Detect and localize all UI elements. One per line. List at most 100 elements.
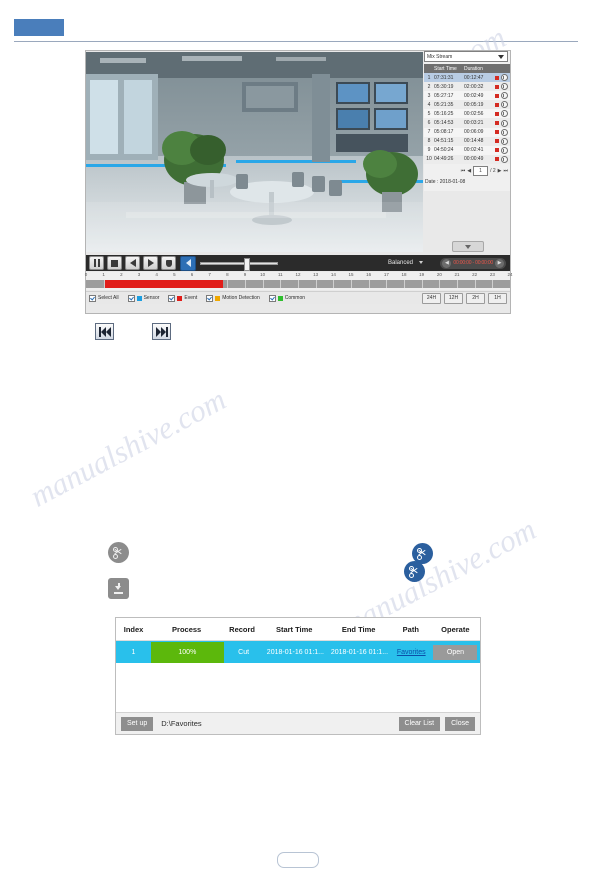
range-button-2h[interactable]: 2H [466,292,485,304]
time-range-display: ◀ 00:00:00 - 00:00:00 ▶ [440,257,506,269]
timeline-hour-label: 23 [489,272,495,277]
clip-end-icon[interactable]: ▶ [495,258,504,268]
cell-process: 100% [150,641,224,663]
setup-button[interactable]: Set up [121,716,154,731]
volume-slider[interactable] [200,258,278,271]
fast-forward-button[interactable] [152,323,171,340]
cell-end-time: 2018-01-16 01:1... [330,648,389,656]
volume-slider-handle[interactable] [244,258,250,271]
column-process: Process [172,624,202,634]
download-icon[interactable] [501,83,508,91]
timeline-hour-label: 17 [383,272,389,277]
row-start-time: 05:27:17 [434,92,454,99]
download-list-button[interactable] [452,241,484,252]
legend-select-all[interactable]: Select All [89,294,119,302]
cell-path[interactable]: Favorites [391,649,431,656]
download-icon[interactable] [501,155,508,163]
timeline-hour-label: 20 [436,272,442,277]
pager-first-button[interactable]: ⏮ [461,168,466,174]
pager-next-button[interactable]: ▶ [498,168,502,174]
snapshot-button[interactable] [161,256,176,270]
legend-items: Sensor Event Motion Detection Common [127,294,314,302]
timeline-tick [404,280,405,288]
recording-list-row[interactable]: 4 05:21:35 00:05:19 [424,100,510,110]
download-icon[interactable] [501,101,508,109]
record-type-icon [495,121,499,126]
record-type-icon [495,111,499,116]
row-index: 8 [427,138,431,145]
pager-page-input[interactable]: 1 [473,165,489,176]
range-button-12h[interactable]: 12H [444,292,463,304]
recording-list-row[interactable]: 5 05:16:25 00:02:56 [424,109,510,119]
download-icon[interactable] [501,128,508,136]
pager-prev-button[interactable]: ◀ [467,168,471,174]
recording-list-row[interactable]: 8 04:51:15 00:14:48 [424,136,510,146]
legend-item[interactable]: Motion Detection [206,294,260,302]
row-start-time: 04:51:15 [434,138,454,145]
recording-list-row[interactable]: 7 05:08:17 00:06:09 [424,127,510,137]
timeline-tick [315,280,317,288]
open-button[interactable]: Open [433,644,478,660]
timeline-tick [280,280,282,288]
checkbox-icon[interactable] [89,294,96,302]
legend-item[interactable]: Event [168,294,197,302]
download-icon[interactable] [501,110,508,118]
record-type-icon [495,75,499,80]
rewind-button[interactable] [95,323,114,340]
volume-button[interactable] [180,255,196,271]
range-button-24h[interactable]: 24H [422,292,441,304]
timeline-hour-label: 24 [507,272,513,277]
timeline-bar[interactable] [86,280,510,288]
recording-list-row[interactable]: 1 07:31:31 00:12:47 [424,73,510,83]
download-icon[interactable] [501,137,508,145]
checkbox-icon[interactable] [206,294,214,302]
chevron-down-icon [418,261,423,264]
legend-item[interactable]: Sensor [127,294,159,302]
column-end-time: End Time [341,624,376,634]
timeline-tick [421,280,423,288]
column-start-time: Start Time [434,65,457,72]
cut-button-end[interactable] [404,561,425,582]
checkbox-icon[interactable] [268,294,276,302]
download-table-body: 1 100% Cut 2018-01-16 01:1... 2018-01-16 01:… [116,641,480,663]
close-button[interactable]: Close [445,716,475,731]
next-frame-button[interactable] [143,256,158,270]
table-row[interactable]: 1 100% Cut 2018-01-16 01:1... 2018-01-16 01:… [116,641,480,663]
timeline[interactable]: 0 1 2 3 4 5 6 7 8 9 10 11 12 13 14 15 16 17 18 19 20 21 22 23 24 [85,272,513,290]
recording-list-row[interactable]: 6 05:14:53 00:03:21 [424,118,510,128]
range-button-1h[interactable]: 1H [488,292,507,304]
row-duration: 00:00:49 [464,156,484,163]
checkbox-icon[interactable] [168,294,176,302]
recording-list-row[interactable]: 10 04:49:26 00:00:49 [424,154,510,164]
timeline-tick [351,280,352,288]
stop-button[interactable] [107,256,122,270]
row-duration: 00:06:09 [464,129,484,136]
clear-list-button[interactable]: Clear List [398,716,441,731]
column-record: Record [229,624,255,634]
legend-item[interactable]: Common [268,294,305,302]
download-icon[interactable] [501,146,508,154]
timeline-tick [245,280,246,288]
download-icon[interactable] [501,92,508,100]
clip-start-icon[interactable]: ◀ [442,258,452,268]
recording-list-row[interactable]: 9 04:50:24 00:02:41 [424,145,510,155]
header-tab-marker [14,19,64,36]
timeline-segment[interactable] [104,280,224,288]
video-preview[interactable] [86,52,423,252]
download-icon[interactable] [501,119,508,127]
balance-label[interactable]: Balanced [388,260,423,266]
download-button[interactable] [108,578,129,599]
previous-frame-button[interactable] [125,256,140,270]
recording-list-row[interactable]: 2 05:30:19 02:00:32 [424,82,510,92]
pause-button[interactable] [89,256,104,270]
download-table-header: Index Process Record Start Time End Time… [116,618,480,641]
stream-select[interactable]: Mix Stream [424,51,508,62]
row-index: 5 [427,110,431,117]
row-index: 1 [427,74,431,81]
row-index: 4 [427,101,431,108]
checkbox-icon[interactable] [127,294,135,302]
cut-button-disabled[interactable] [108,542,129,563]
download-icon[interactable] [501,74,508,82]
recording-list-row[interactable]: 3 05:27:17 00:02:49 [424,91,510,101]
pager-last-button[interactable]: ⏭ [503,168,508,174]
